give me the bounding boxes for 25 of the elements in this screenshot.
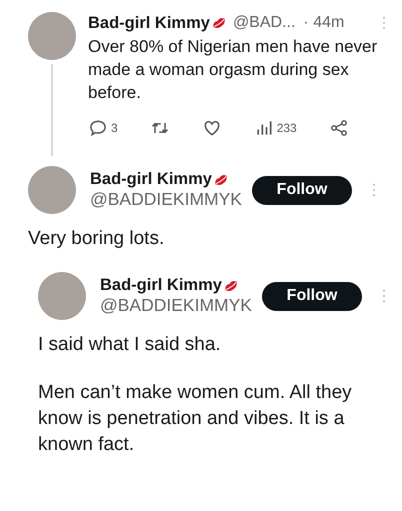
post-time: · 44m (303, 14, 344, 32)
user-name[interactable]: Bad-girl Kimmy (88, 14, 210, 32)
reply-text: Very boring lots. (27, 228, 166, 250)
more-icon[interactable] (382, 16, 386, 30)
user-handle[interactable]: @BADDIEKIMMYK (100, 295, 250, 316)
more-icon[interactable] (372, 183, 376, 197)
follow-button[interactable]: Follow (252, 176, 352, 204)
more-icon[interactable] (382, 289, 386, 303)
user-name[interactable]: Bad-girl Kimmy (100, 276, 222, 295)
avatar[interactable] (28, 12, 76, 60)
follow-button[interactable]: Follow (262, 282, 362, 310)
post-paragraph: Men can’t make women cum. All they know is penetration and vibes. It is a known fact. (37, 381, 353, 457)
reply-count: 3 (111, 121, 118, 135)
avatar[interactable] (38, 272, 86, 320)
view-count: 233 (276, 121, 297, 135)
avatar[interactable] (28, 166, 76, 214)
tweet-text: Over 80% of Nigerian men have never made a woman orgasm during sex before. (88, 36, 378, 104)
user-name[interactable]: Bad-girl Kimmy (90, 170, 212, 189)
user-handle[interactable]: @BADDIEKIMMYK (90, 189, 240, 210)
heart-icon[interactable] (202, 118, 222, 138)
comment-icon[interactable] (88, 118, 108, 138)
post-paragraph: I said what I said sha. (37, 333, 222, 357)
user-handle[interactable]: @BAD... (232, 14, 296, 32)
share-icon[interactable] (328, 118, 349, 138)
lips-icon (210, 15, 227, 31)
